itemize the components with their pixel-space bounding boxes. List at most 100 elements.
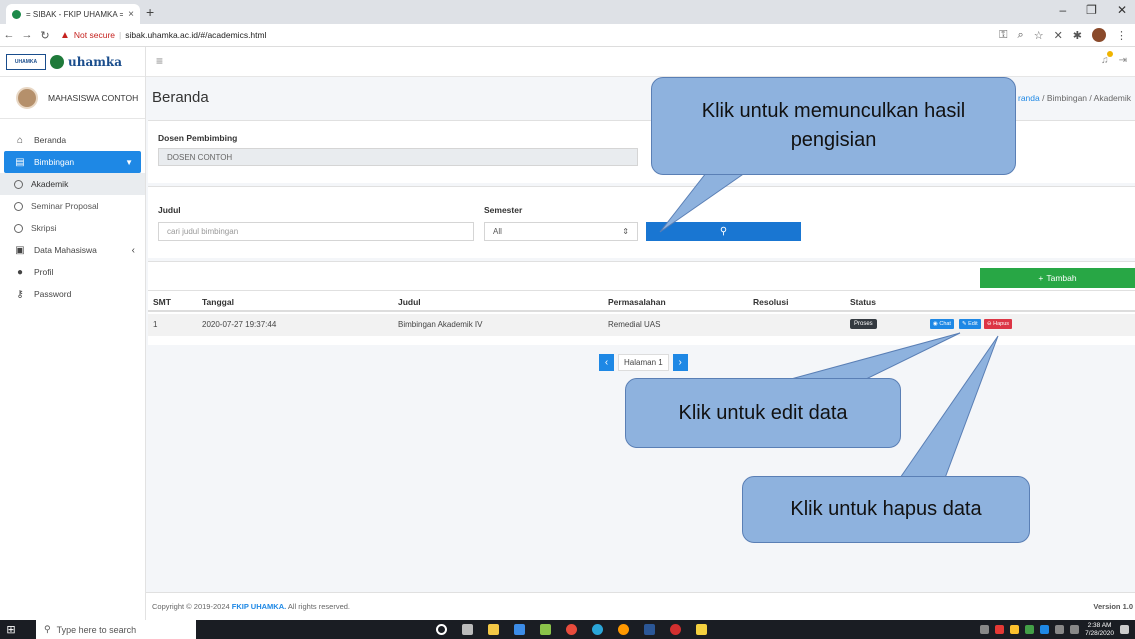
wifi-icon[interactable] (1070, 625, 1080, 634)
firefox-icon[interactable] (618, 624, 629, 635)
user-panel[interactable]: MAHASISWA CONTOH (0, 77, 145, 119)
callout-delete: Klik untuk hapus data (742, 476, 1030, 543)
url-separator: | (119, 30, 122, 40)
key-icon[interactable]: ⚿ (999, 29, 1007, 42)
browser-tab-bar: = SIBAK - FKIP UHAMKA = × + – ❐ ✕ (0, 0, 1135, 24)
chat-button[interactable]: ◉ Chat (930, 319, 954, 329)
callout-show-results: Klik untuk memunculkan hasil pengisian (651, 77, 1016, 175)
sidebar-item-profil[interactable]: ● Profil (0, 261, 145, 283)
edit-button-label: Edit (968, 321, 978, 327)
table-header: SMT Tanggal Judul Permasalahan Resolusi … (148, 290, 1135, 312)
url-field[interactable]: ▲ Not secure | sibak.uhamka.ac.id/#/acad… (60, 30, 267, 41)
url-text: sibak.uhamka.ac.id/#/academics.html (125, 30, 267, 40)
mail-icon[interactable] (514, 624, 525, 635)
delete-button[interactable]: ⊖ Hapus (984, 319, 1013, 329)
utility-icon[interactable] (696, 624, 707, 635)
plus-icon: + (1038, 273, 1044, 283)
filter-card: Judul cari judul bimbingan Semester All … (148, 186, 1135, 258)
column-header-resolusi: Resolusi (753, 297, 789, 307)
judul-search-input[interactable]: cari judul bimbingan (158, 222, 474, 241)
favicon-icon (12, 9, 21, 19)
minimize-icon[interactable]: – (1059, 3, 1066, 17)
next-page-button[interactable]: › (672, 354, 688, 371)
star-icon[interactable]: ☆ (1034, 29, 1044, 42)
puzzle-icon[interactable]: ✱ (1073, 29, 1082, 42)
tray-icon[interactable] (995, 625, 1005, 634)
semester-select[interactable]: All ⇕ (484, 222, 638, 241)
tray-icon[interactable] (1040, 625, 1050, 634)
notification-bell-icon[interactable]: ♫ (1101, 51, 1113, 66)
windows-start-icon[interactable]: ⊞ (0, 620, 22, 639)
sidebar-item-skripsi[interactable]: Skripsi (0, 217, 145, 239)
word-icon[interactable] (644, 624, 655, 635)
edit-button[interactable]: ✎ Edit (959, 319, 981, 329)
version-label: Version 1.0 (1093, 602, 1133, 611)
sidebar-item-seminar-proposal[interactable]: Seminar Proposal (0, 195, 145, 217)
tray-icon[interactable] (1010, 625, 1020, 634)
sidebar-item-password[interactable]: ⚷ Password (0, 283, 145, 305)
column-header-status: Status (850, 297, 876, 307)
sidebar-item-beranda[interactable]: ⌂ Beranda (0, 129, 145, 151)
key-icon: ⚷ (16, 288, 24, 300)
profile-avatar-icon[interactable] (1092, 28, 1106, 42)
user-name: MAHASISWA CONTOH (48, 92, 139, 103)
sidebar-item-bimbingan[interactable]: ▤ Bimbingan ▼ (4, 151, 141, 173)
new-tab-button[interactable]: + (146, 4, 154, 20)
copyright-brand-link[interactable]: FKIP UHAMKA. (232, 602, 286, 611)
tray-icon[interactable] (980, 625, 990, 634)
cortana-icon[interactable] (436, 624, 447, 635)
opera-icon[interactable] (670, 624, 681, 635)
taskbar-search[interactable]: ⚲ Type here to search (36, 620, 196, 639)
column-header-smt: SMT (153, 297, 171, 307)
app-icon[interactable] (540, 624, 551, 635)
cell-permasalahan: Remedial UAS (608, 320, 661, 329)
tray-icon[interactable] (1025, 625, 1035, 634)
copyright: Copyright © 2019-2024 FKIP UHAMKA. All r… (152, 602, 350, 611)
forward-icon[interactable]: → (18, 29, 36, 41)
sidebar-item-akademik[interactable]: Akademik (0, 173, 145, 195)
close-tab-icon[interactable]: × (128, 9, 134, 20)
sidebar-item-label: Beranda (34, 135, 67, 145)
copyright-prefix: Copyright © 2019-2024 (152, 602, 230, 611)
edge-icon[interactable] (592, 624, 603, 635)
search-icon: ⚲ (719, 226, 728, 237)
task-view-icon[interactable] (462, 624, 473, 635)
search-button[interactable]: ⚲ (646, 222, 801, 241)
zoom-icon[interactable]: ⌕ (1018, 29, 1024, 42)
browser-tab[interactable]: = SIBAK - FKIP UHAMKA = × (6, 4, 140, 24)
breadcrumb-home-link[interactable]: randa (1018, 93, 1040, 103)
restore-icon[interactable]: ❐ (1086, 3, 1097, 17)
column-header-judul: Judul (398, 297, 421, 307)
breadcrumb-item: Akademik (1093, 93, 1131, 103)
back-icon[interactable]: ← (0, 29, 18, 41)
add-button[interactable]: + Tambah (980, 268, 1135, 288)
brand[interactable]: UHAMKA uhamka (0, 47, 145, 77)
clock-time: 2:38 AM (1087, 621, 1112, 629)
sidebar-item-label: Akademik (31, 179, 69, 189)
taskbar-apps (436, 624, 707, 635)
chrome-icon[interactable] (566, 624, 577, 635)
chevron-down-icon: ▼ (125, 157, 133, 167)
semester-label: Semester (484, 205, 523, 215)
sidebar-item-label: Password (34, 289, 72, 299)
hamburger-menu-icon[interactable]: ≡ (156, 54, 163, 68)
circle-icon (14, 201, 23, 211)
column-header-permasalahan: Permasalahan (608, 297, 666, 307)
clock[interactable]: 2:38 AM 7/28/2020 (1085, 622, 1114, 638)
menu-dots-icon[interactable]: ⋮ (1116, 29, 1127, 42)
volume-icon[interactable] (1055, 625, 1065, 634)
previous-page-button[interactable]: ‹ (599, 354, 614, 371)
extension-x-icon[interactable]: ✕ (1054, 29, 1063, 42)
logout-icon[interactable]: ⇥ (1119, 55, 1127, 66)
guidance-table-card: + Tambah SMT Tanggal Judul Permasalahan … (148, 261, 1135, 345)
sidebar-item-data-mahasiswa[interactable]: ▣ Data Mahasiswa ‹ (0, 239, 145, 261)
file-explorer-icon[interactable] (488, 624, 499, 635)
reload-icon[interactable]: ↻ (36, 29, 54, 42)
cell-tanggal: 2020-07-27 19:37:44 (202, 320, 277, 329)
notifications-icon[interactable] (1120, 625, 1129, 634)
browser-toolbar-icons: ⚿ ⌕ ☆ ✕ ✱ ⋮ (999, 28, 1127, 42)
clock-date: 7/28/2020 (1085, 629, 1114, 637)
user-icon: ● (16, 266, 24, 278)
chat-button-label: Chat (939, 321, 951, 327)
close-window-icon[interactable]: ✕ (1117, 3, 1127, 17)
